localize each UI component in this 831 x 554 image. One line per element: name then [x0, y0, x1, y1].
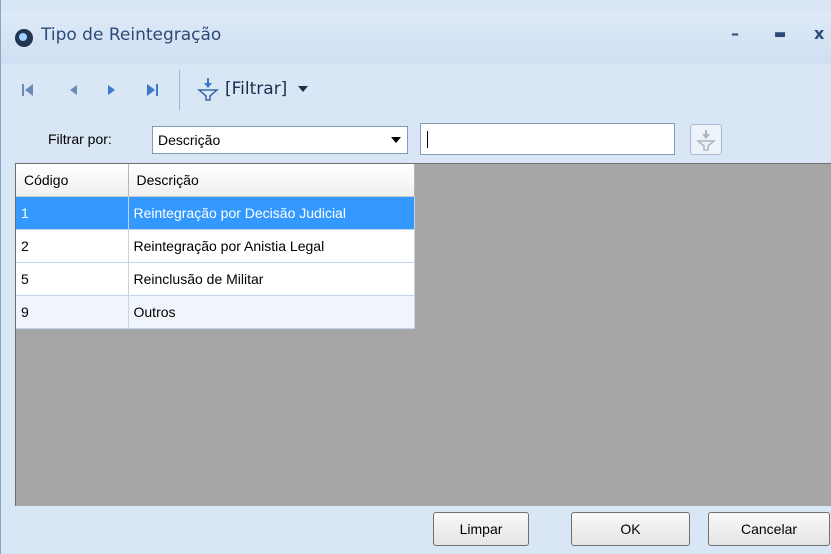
table-row[interactable]: 2 Reintegração por Anistia Legal — [16, 229, 415, 263]
dropdown-arrow-icon — [391, 137, 401, 143]
previous-record-button[interactable] — [64, 80, 82, 100]
column-header-code[interactable]: Código — [16, 164, 129, 197]
close-button[interactable]: x — [814, 24, 824, 43]
ok-button[interactable]: OK — [571, 512, 690, 546]
cell-description: Reinclusão de Militar — [128, 262, 415, 296]
table-row[interactable]: 9 Outros — [16, 295, 415, 329]
filter-menu-button[interactable]: [Filtrar] — [197, 77, 309, 101]
next-record-button[interactable] — [103, 80, 121, 100]
first-record-button[interactable] — [19, 80, 37, 100]
table-row[interactable]: 1 Reintegração por Decisão Judicial — [16, 196, 415, 230]
last-record-button[interactable] — [143, 80, 161, 100]
cell-code: 9 — [16, 295, 129, 329]
last-record-icon — [147, 84, 158, 96]
table-row[interactable]: 5 Reinclusão de Militar — [16, 262, 415, 296]
records-grid: Código Descrição 1 Reintegração por Deci… — [15, 163, 831, 506]
cell-description: Reintegração por Decisão Judicial — [128, 196, 415, 230]
maximize-button[interactable]: ▬ — [774, 27, 786, 42]
records-table: Código Descrição 1 Reintegração por Deci… — [16, 164, 415, 329]
cell-code: 2 — [16, 229, 129, 263]
filter-field-value: Descrição — [158, 132, 221, 148]
dialog-window: Tipo de Reintegração – ▬ x [Filtrar] Fil… — [0, 0, 831, 554]
clear-button[interactable]: Limpar — [433, 512, 529, 546]
cell-description: Reintegração por Anistia Legal — [128, 229, 415, 263]
text-caret — [427, 131, 428, 148]
next-record-icon — [108, 85, 115, 95]
apply-filter-button[interactable] — [690, 124, 722, 155]
cancel-button[interactable]: Cancelar — [708, 512, 830, 546]
app-logo-icon — [15, 29, 33, 47]
filter-search-input[interactable] — [420, 123, 675, 155]
toolbar-separator — [179, 70, 180, 110]
filter-funnel-icon — [197, 78, 219, 101]
window-title: Tipo de Reintegração — [41, 25, 222, 45]
cell-code: 5 — [16, 262, 129, 296]
filter-by-label: Filtrar por: — [48, 131, 112, 147]
first-record-icon — [22, 84, 33, 96]
filter-menu-label: [Filtrar] — [225, 79, 288, 99]
filter-funnel-icon — [696, 129, 716, 151]
table-header-row: Código Descrição — [16, 164, 415, 197]
chevron-down-icon — [298, 86, 309, 92]
cell-code: 1 — [16, 196, 129, 230]
previous-record-icon — [70, 85, 77, 95]
filter-field-select[interactable]: Descrição — [152, 126, 408, 154]
minimize-button[interactable]: – — [731, 24, 739, 43]
navigation-toolbar — [1, 64, 831, 114]
column-header-description[interactable]: Descrição — [128, 164, 415, 197]
cell-description: Outros — [128, 295, 415, 329]
